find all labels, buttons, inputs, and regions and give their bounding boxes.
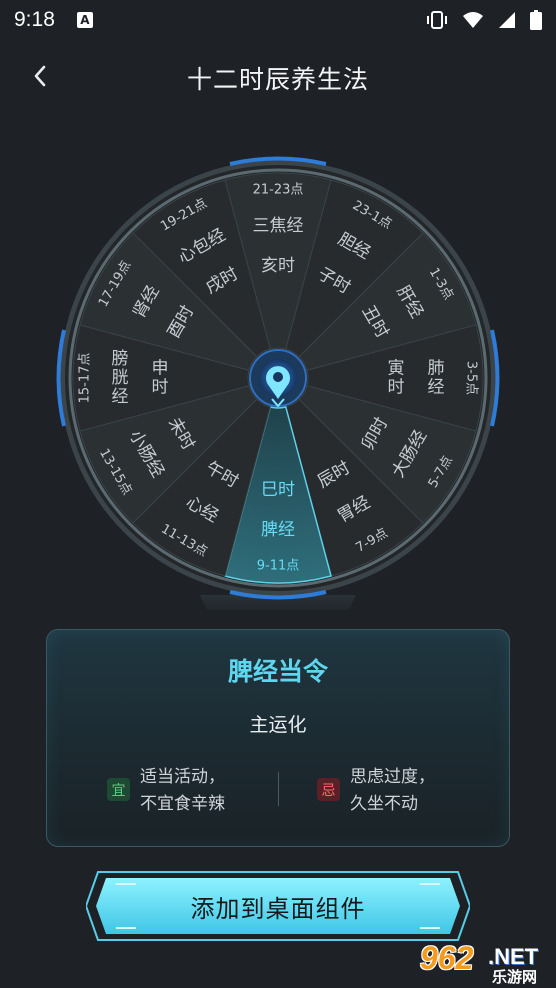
app-header: 十二时辰养生法	[0, 50, 556, 102]
card-subtitle: 主运化	[249, 714, 307, 736]
wheel-hour-label: 寅	[388, 359, 405, 379]
wheel-hour-label: 亥时	[261, 256, 295, 276]
ji-badge: 忌	[317, 778, 340, 801]
status-icons	[426, 10, 542, 30]
watermark-logo: 962 .NET 乐游网	[418, 938, 554, 986]
wheel-time-label: 9-11点	[257, 559, 300, 574]
wheel-hour-label: 巳时	[261, 480, 295, 500]
wheel-meridian-label: 三焦经	[253, 216, 304, 236]
a-notification-icon: A	[76, 12, 93, 28]
wheel-meridian-label: 膀	[112, 349, 129, 369]
yi-badge: 宜	[107, 778, 130, 801]
yi-line2: 不宜食辛辣	[140, 794, 225, 814]
wheel-meridian-label: 经	[112, 387, 129, 407]
meridian-card: 脾经当令 主运化 宜 适当活动， 不宜食辛辣 忌 思虑过度， 久坐不动	[46, 629, 510, 847]
wheel-meridian-label: 肺	[428, 359, 445, 379]
watermark-subtitle: 乐游网	[492, 968, 538, 986]
vibrate-icon	[427, 11, 447, 29]
status-time: 9:18	[14, 8, 55, 31]
wheel-meridian-label: 脾经	[261, 520, 295, 540]
battery-icon	[530, 10, 542, 30]
wheel-time-label: 21-23点	[253, 183, 304, 198]
advice-ji: 忌 思虑过度， 久坐不动	[317, 764, 435, 818]
page-title: 十二时辰养生法	[186, 65, 369, 94]
wifi-icon	[463, 12, 483, 28]
advice-yi: 宜 适当活动， 不宜食辛辣	[107, 764, 225, 818]
wheel-hour-label: 申	[152, 359, 169, 379]
wheel-time-label: 15-17点	[78, 353, 93, 404]
signal-icon	[499, 12, 515, 28]
wheel-hour-label: 时	[152, 378, 169, 398]
add-widget-button[interactable]: 添加到桌面组件	[86, 870, 470, 942]
shichen-wheel: 亥时 三焦经 21-23点 子时 胆经 23-1点 丑时 肝经 1-3点寅时肺经 3-5点 卯时 大肠…	[0, 150, 556, 610]
card-title: 脾经当令	[227, 657, 328, 686]
wheel-time-label: 3-5点	[464, 361, 479, 395]
add-widget-label: 添加到桌面组件	[190, 894, 366, 923]
watermark-number: 962	[420, 940, 474, 976]
status-bar: 9:18 A	[0, 0, 556, 40]
wheel-hour-label: 时	[388, 378, 405, 398]
card-divider	[278, 772, 279, 806]
ji-line1: 思虑过度，	[350, 767, 435, 787]
ji-line2: 久坐不动	[350, 794, 418, 814]
wheel-graphic: 亥时三焦经21-23点子时胆经23-1点丑时肝经1-3点寅时肺经 3-5点卯时大肠…	[56, 156, 500, 610]
wheel-meridian-label: 胱	[112, 368, 129, 388]
yi-line1: 适当活动，	[140, 767, 225, 787]
wheel-meridian-label: 经	[428, 378, 445, 398]
